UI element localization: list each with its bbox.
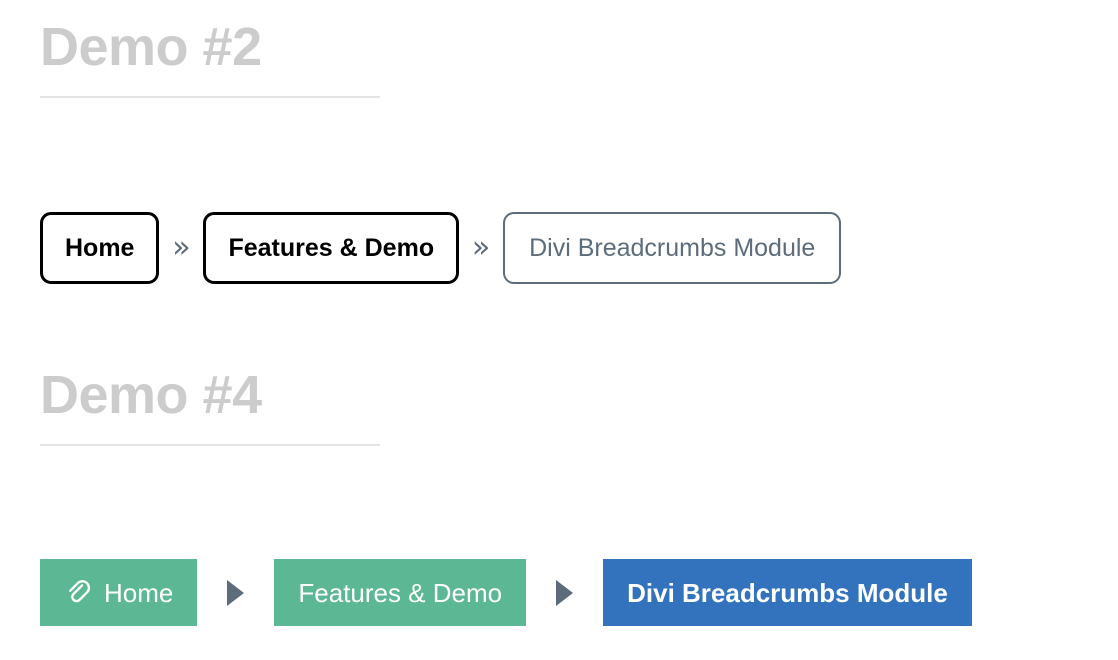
breadcrumb-item-home[interactable]: Home <box>40 559 198 626</box>
double-chevron-right-icon: » <box>471 230 491 265</box>
heading-divider-demo4 <box>40 444 380 446</box>
breadcrumb-item-current: Divi Breadcrumbs Module <box>603 559 972 626</box>
triangle-right-glyph <box>227 579 245 606</box>
triangle-right-icon <box>197 559 274 626</box>
page-title-demo4: Demo #4 <box>40 365 262 425</box>
page-root: Demo #2 Home » Features & Demo » Divi Br… <box>0 0 1118 660</box>
breadcrumb-item-features-demo[interactable]: Features & Demo <box>274 559 527 626</box>
triangle-right-glyph <box>556 579 574 606</box>
breadcrumb-item-label: Features & Demo <box>298 577 503 608</box>
breadcrumb-item-label: Divi Breadcrumbs Module <box>627 577 948 608</box>
paperclip-icon <box>64 579 92 607</box>
breadcrumb-filled: Home Features & Demo Divi Breadcrumbs Mo… <box>40 559 972 626</box>
breadcrumb-item-current: Divi Breadcrumbs Module <box>503 212 842 284</box>
double-chevron-right-icon: » <box>172 230 191 265</box>
breadcrumb-outlined: Home » Features & Demo » Divi Breadcrumb… <box>40 212 842 284</box>
heading-divider-demo2 <box>40 96 380 98</box>
breadcrumb-item-label: Home <box>104 577 174 608</box>
triangle-right-icon <box>526 559 603 626</box>
page-title-demo2: Demo #2 <box>40 17 262 77</box>
breadcrumb-item-features-demo[interactable]: Features & Demo <box>203 212 460 284</box>
breadcrumb-item-home[interactable]: Home <box>40 212 160 284</box>
